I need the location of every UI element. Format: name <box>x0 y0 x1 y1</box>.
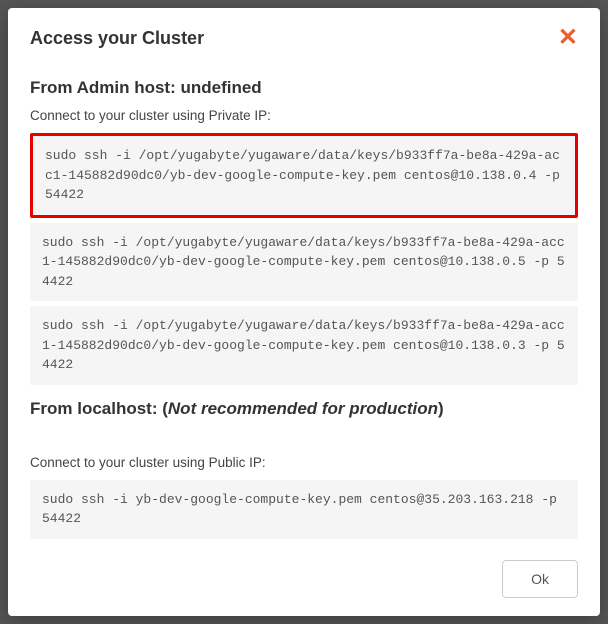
section-admin-subtitle: Connect to your cluster using Private IP… <box>30 108 578 123</box>
modal-body: From Admin host: undefined Connect to yo… <box>8 64 600 542</box>
ssh-command-public-1[interactable]: sudo ssh -i yb-dev-google-compute-key.pe… <box>30 480 578 539</box>
ssh-command-private-1[interactable]: sudo ssh -i /opt/yugabyte/yugaware/data/… <box>30 133 578 218</box>
section-localhost-subtitle: Connect to your cluster using Public IP: <box>30 455 578 470</box>
section-localhost-suffix: ) <box>438 399 444 418</box>
section-localhost-title: From localhost: (Not recommended for pro… <box>30 399 578 419</box>
modal-title: Access your Cluster <box>30 28 204 49</box>
section-admin-title: From Admin host: undefined <box>30 78 578 98</box>
ssh-command-private-2[interactable]: sudo ssh -i /opt/yugabyte/yugaware/data/… <box>30 223 578 302</box>
ok-button[interactable]: Ok <box>502 560 578 598</box>
modal-footer: Ok <box>8 542 600 616</box>
modal-header: Access your Cluster ✕ <box>8 8 600 64</box>
section-localhost-em: Not recommended for production <box>168 399 438 418</box>
access-cluster-modal: Access your Cluster ✕ From Admin host: u… <box>8 8 600 616</box>
ssh-command-private-3[interactable]: sudo ssh -i /opt/yugabyte/yugaware/data/… <box>30 306 578 385</box>
section-localhost-prefix: From localhost: ( <box>30 399 168 418</box>
close-icon[interactable]: ✕ <box>558 26 578 50</box>
